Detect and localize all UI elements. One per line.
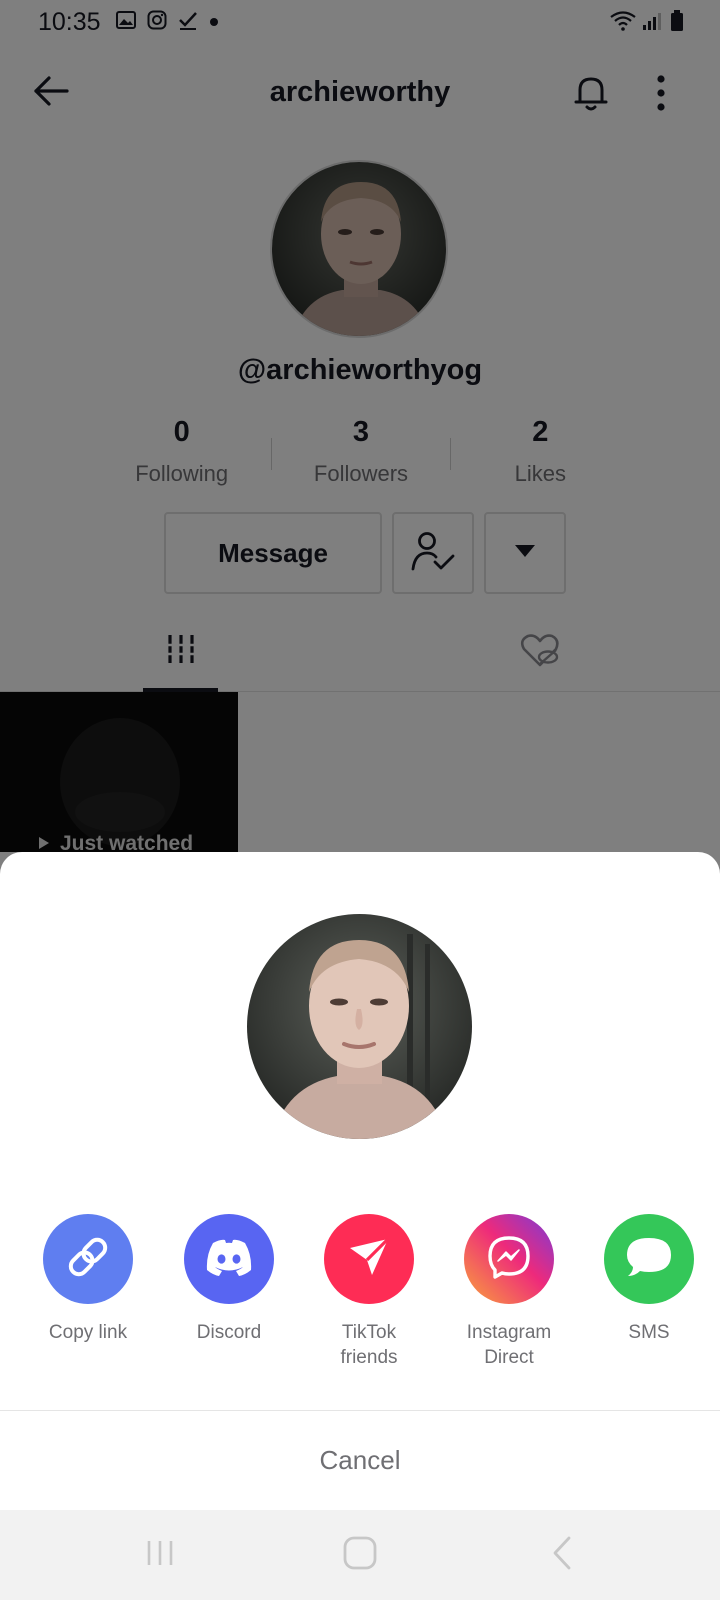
back-icon [551,1536,573,1575]
messenger-icon [486,1234,532,1285]
share-tiktok-friends[interactable]: TikTok friends [304,1214,434,1370]
tiktok-friends-circle [324,1214,414,1304]
share-avatar [247,914,472,1139]
share-options: Copy link Discord TikTok friends Instagr… [0,1214,720,1384]
discord-label: Discord [196,1322,262,1343]
share-discord[interactable]: Discord [164,1214,294,1345]
discord-icon [203,1237,255,1282]
system-nav-bar [0,1510,720,1600]
link-icon [65,1234,111,1285]
instagram-direct-label: Instagram Direct [466,1322,552,1368]
cancel-button[interactable]: Cancel [0,1411,720,1510]
recents-icon [145,1538,175,1573]
sms-label: SMS [628,1322,670,1343]
send-icon [348,1236,390,1283]
instagram-direct-circle [464,1214,554,1304]
share-copy-link[interactable]: Copy link [23,1214,153,1345]
sms-circle [604,1214,694,1304]
share-sms[interactable]: SMS [584,1214,714,1345]
copy-link-circle [43,1214,133,1304]
discord-circle [184,1214,274,1304]
message-bubble-icon [624,1235,674,1284]
home-button[interactable] [330,1532,390,1578]
share-sheet: Copy link Discord TikTok friends Instagr… [0,852,720,1510]
tiktok-friends-label: TikTok friends [340,1322,398,1368]
copy-link-label: Copy link [48,1322,128,1343]
share-instagram-direct[interactable]: Instagram Direct [444,1214,574,1370]
recents-button[interactable] [130,1532,190,1578]
home-icon [343,1536,377,1575]
system-back-button[interactable] [532,1532,592,1578]
